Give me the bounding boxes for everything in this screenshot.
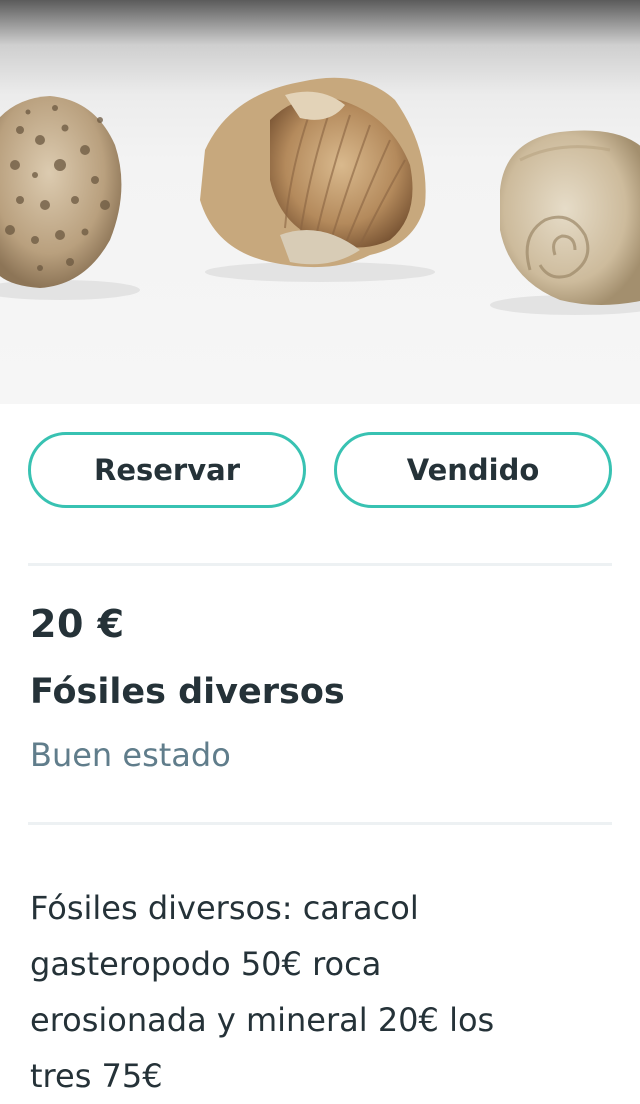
divider — [28, 563, 612, 566]
listing-condition: Buen estado — [30, 736, 231, 774]
listing-title: Fósiles diversos — [30, 672, 345, 712]
listing-photo[interactable] — [0, 0, 640, 404]
sold-button[interactable]: Vendido — [334, 432, 612, 508]
divider — [28, 822, 612, 825]
listing-price: 20 € — [30, 602, 125, 646]
listing-description: Fósiles diversos: caracol gasteropodo 50… — [30, 889, 495, 1095]
reserve-button[interactable]: Reservar — [28, 432, 306, 508]
listing-actions: Reservar Vendido — [28, 432, 612, 508]
fossils-image — [0, 77, 640, 315]
